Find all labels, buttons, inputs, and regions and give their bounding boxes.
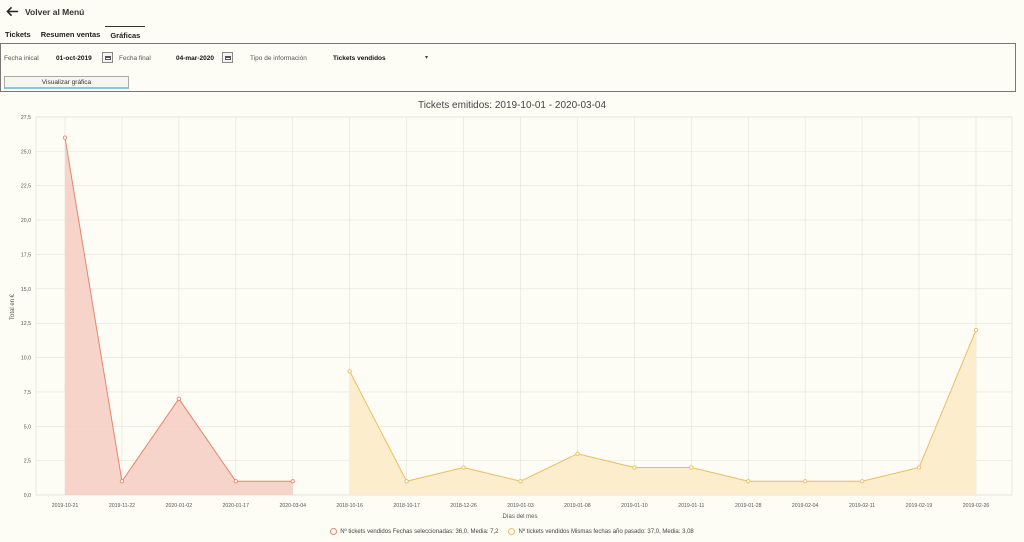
y-tick-label: 20,0 <box>21 218 31 224</box>
y-tick-label: 2,5 <box>24 459 31 465</box>
y-tick-label: 5,0 <box>24 424 31 430</box>
legend-marker-icon <box>508 528 516 535</box>
x-tick-label: 2020-03-04 <box>279 503 306 509</box>
y-tick-label: 27,5 <box>21 115 31 121</box>
x-tick-label: 2019-01-03 <box>507 503 534 509</box>
y-tick-label: 17,5 <box>21 252 31 258</box>
x-tick-label: 2019-11-22 <box>109 503 135 509</box>
x-tick-label: 2018-10-17 <box>393 503 420 509</box>
x-tick-label: 2019-01-10 <box>621 503 648 509</box>
series-line-1 <box>349 329 977 482</box>
data-point <box>404 479 409 484</box>
data-point <box>803 479 808 484</box>
x-tick-label: 2020-01-17 <box>223 503 250 509</box>
x-tick-label: 2019-02-26 <box>963 503 990 509</box>
legend-label-last-year: Nº tickets vendidos Mismas fechas año pa… <box>518 528 694 535</box>
data-point <box>62 135 68 140</box>
area-chart: 0,0 2,5 5,0 7,5 10,0 12,5 15,0 17,5 20,0 22,5 25,0… <box>10 115 1013 520</box>
data-point <box>233 479 238 484</box>
series-area-1 <box>349 330 976 495</box>
x-tick-label: 2020-01-02 <box>166 503 193 509</box>
data-point <box>518 479 523 484</box>
legend-label-selected: Nº tickets vendidos Fechas seleccionadas… <box>340 528 499 535</box>
data-point <box>916 465 922 470</box>
y-tick-label: 15,0 <box>21 287 31 293</box>
x-tick-label: 2019-02-11 <box>849 503 875 509</box>
x-tick-label: 2018-10-16 <box>336 503 363 509</box>
y-tick-label: 12,5 <box>21 321 31 327</box>
data-point <box>575 451 580 456</box>
data-point <box>689 465 694 470</box>
data-point <box>973 327 979 333</box>
data-point <box>347 369 352 374</box>
data-point <box>290 479 295 484</box>
y-tick-label: 7,5 <box>24 390 31 396</box>
x-tick-label: 2019-01-28 <box>735 503 762 509</box>
data-point <box>632 465 637 470</box>
data-point <box>119 479 125 484</box>
y-tick-label: 22,5 <box>21 184 31 190</box>
legend-marker-icon <box>330 528 338 535</box>
x-tick-label: 2019-02-04 <box>792 503 819 509</box>
legend-item-last-year[interactable]: Nº tickets vendidos Mismas fechas año pa… <box>508 528 694 535</box>
data-point <box>461 465 466 470</box>
x-axis-label: Días del mes <box>502 514 537 520</box>
x-tick-label: 2019-01-11 <box>678 503 704 509</box>
legend-item-selected[interactable]: Nº tickets vendidos Fechas seleccionadas… <box>330 528 498 535</box>
data-point <box>746 479 751 484</box>
x-tick-label: 2018-12-26 <box>450 503 477 509</box>
chart-legend: Nº tickets vendidos Fechas seleccionadas… <box>0 528 1024 535</box>
y-tick-label: 0,0 <box>24 493 31 499</box>
x-tick-label: 2019-10-21 <box>52 503 79 509</box>
y-axis-label: Total en € <box>10 293 16 320</box>
data-point <box>176 396 182 401</box>
y-tick-label: 10,0 <box>21 356 31 362</box>
x-tick-label: 2019-01-08 <box>564 503 591 509</box>
x-tick-label: 2019-02-19 <box>906 503 933 509</box>
y-tick-label: 25,0 <box>21 149 31 155</box>
data-point <box>859 479 865 484</box>
